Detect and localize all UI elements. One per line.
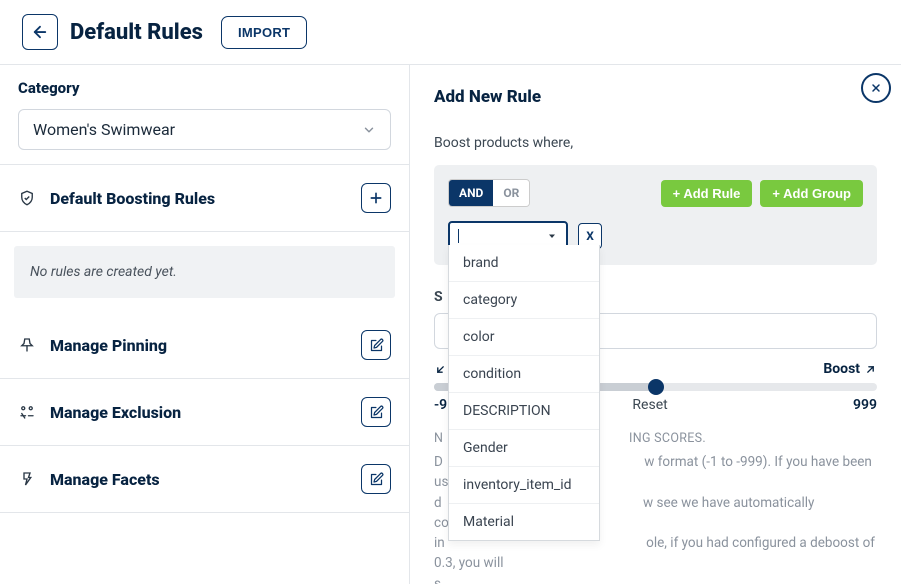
row-title: Manage Pinning [50, 336, 167, 355]
close-button[interactable] [861, 73, 891, 103]
caret-down-icon [546, 230, 558, 242]
slider-max: 999 [853, 397, 877, 413]
dropdown-item[interactable]: brand [449, 245, 599, 282]
row-title: Manage Exclusion [50, 403, 181, 422]
slider-reset[interactable]: Reset [632, 397, 667, 413]
edit-facets-button[interactable] [361, 464, 391, 494]
rule-builder: AND OR + Add Rule + Add Group X brand ca… [434, 165, 877, 265]
pin-icon [18, 336, 36, 354]
shield-icon [18, 189, 36, 207]
dropdown-item[interactable]: DESCRIPTION [449, 393, 599, 430]
arrow-diag-down-icon [434, 363, 447, 376]
dropdown-item[interactable]: inventory_item_id [449, 467, 599, 504]
add-rule-button[interactable] [361, 183, 391, 213]
row-title: Default Boosting Rules [50, 189, 215, 208]
slider-thumb[interactable] [648, 379, 664, 395]
dropdown-item[interactable]: category [449, 282, 599, 319]
attribute-dropdown: brand category color condition DESCRIPTI… [448, 245, 600, 541]
arrow-diag-up-icon [864, 363, 877, 376]
plus-icon [368, 190, 384, 206]
dropdown-item[interactable]: Gender [449, 430, 599, 467]
import-button[interactable]: IMPORT [221, 16, 307, 49]
category-select[interactable]: Women's Swimwear [18, 109, 391, 150]
or-toggle[interactable]: OR [493, 180, 529, 206]
andor-toggle: AND OR [448, 179, 530, 207]
boost-label: Boost [823, 361, 877, 377]
boost-where-label: Boost products where, [434, 135, 877, 151]
edit-icon [369, 338, 384, 353]
slider-min: -9 [434, 397, 447, 413]
no-rules-message: No rules are created yet. [14, 246, 395, 298]
back-button[interactable] [22, 14, 58, 50]
dropdown-item[interactable]: Material [449, 504, 599, 541]
text-cursor [458, 229, 459, 243]
edit-icon [369, 472, 384, 487]
edit-exclusion-button[interactable] [361, 397, 391, 427]
dropdown-item[interactable]: color [449, 319, 599, 356]
facets-icon [18, 470, 36, 488]
close-icon [870, 82, 882, 94]
arrow-left-icon [31, 23, 49, 41]
exclusion-icon [18, 403, 36, 421]
edit-icon [369, 405, 384, 420]
edit-pinning-button[interactable] [361, 330, 391, 360]
page-title: Default Rules [70, 20, 203, 45]
dropdown-item[interactable]: condition [449, 356, 599, 393]
panel-title: Add New Rule [434, 87, 877, 107]
category-label: Category [18, 79, 391, 97]
chevron-down-icon [362, 123, 376, 137]
add-rule-btn[interactable]: + Add Rule [661, 180, 753, 207]
and-toggle[interactable]: AND [449, 180, 493, 206]
category-value: Women's Swimwear [33, 120, 175, 139]
add-group-btn[interactable]: + Add Group [760, 180, 863, 207]
row-title: Manage Facets [50, 470, 160, 489]
